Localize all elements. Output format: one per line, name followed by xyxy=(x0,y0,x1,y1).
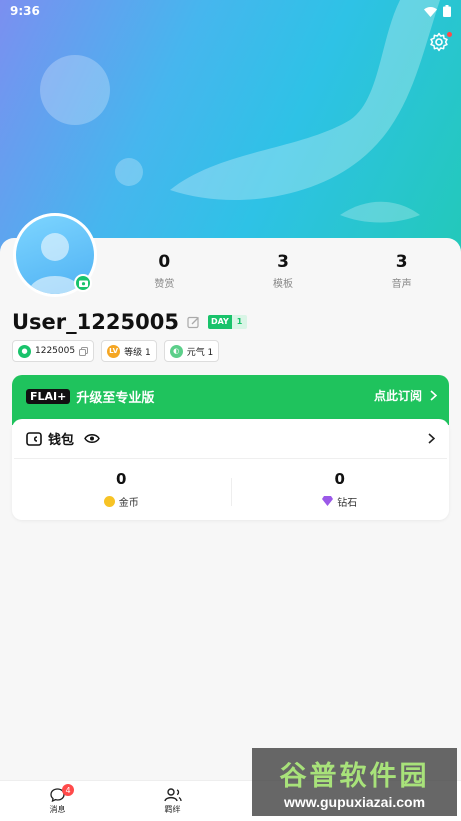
vitality-icon: ◐ xyxy=(169,344,183,358)
chip-level[interactable]: LV 等级 1 xyxy=(101,340,157,362)
cloud-decoration xyxy=(40,55,110,125)
day-badge-count: 1 xyxy=(231,315,248,329)
username: User_1225005 xyxy=(12,310,179,334)
coins-label: 金币 xyxy=(118,497,139,509)
diamonds-balance[interactable]: 0 钻石 xyxy=(230,469,450,509)
day-badge: DAY 1 xyxy=(207,315,248,329)
cloud-decoration xyxy=(115,158,143,186)
chevron-right-icon xyxy=(428,433,435,444)
stat-value: 0 xyxy=(158,252,171,272)
copy-icon[interactable] xyxy=(79,346,89,356)
stat-label: 赞赏 xyxy=(154,279,175,290)
pro-title: 升级至专业版 xyxy=(76,391,155,406)
watermark-title: 谷普软件园 xyxy=(279,761,430,792)
coins-value: 0 xyxy=(116,469,127,488)
day-badge-label: DAY xyxy=(207,315,232,329)
unread-badge: 4 xyxy=(62,784,74,796)
eye-icon[interactable] xyxy=(84,433,100,444)
wallet-header[interactable]: 钱包 xyxy=(14,419,447,459)
diamonds-label: 钻石 xyxy=(337,497,358,509)
coin-icon xyxy=(103,495,115,507)
contacts-icon xyxy=(163,787,182,801)
stat-appreciations[interactable]: 0 赞赏 xyxy=(105,252,224,290)
stat-label: 音声 xyxy=(391,279,412,290)
username-row: User_1225005 DAY 1 xyxy=(12,310,248,334)
gear-icon xyxy=(430,32,448,52)
chip-text: 元气 1 xyxy=(186,347,214,358)
profile-stats: 0 赞赏 3 模板 3 音声 xyxy=(105,252,461,290)
chip-user-id[interactable]: ● 1225005 xyxy=(12,340,95,362)
edit-icon[interactable] xyxy=(187,316,200,329)
wallet-icon xyxy=(26,431,42,446)
nav-label: 羁绊 xyxy=(164,804,181,814)
level-icon: LV xyxy=(107,344,121,358)
id-icon: ● xyxy=(18,344,31,358)
flai-plus-badge: FLAI+ xyxy=(26,389,71,404)
wifi-icon xyxy=(424,6,437,17)
pro-upgrade-banner[interactable]: FLAI+ 升级至专业版 点此订阅 xyxy=(12,375,449,425)
whale-illustration xyxy=(170,0,440,223)
change-avatar-button[interactable] xyxy=(74,274,92,292)
stat-value: 3 xyxy=(395,252,408,272)
watermark-url: www.gupuxiazai.com xyxy=(283,794,426,810)
wallet-title: 钱包 xyxy=(48,433,75,448)
nav-label: 消息 xyxy=(49,804,66,814)
settings-button[interactable] xyxy=(429,32,452,54)
nav-bonds[interactable]: 羁绊 xyxy=(115,781,230,821)
camera-icon xyxy=(78,280,88,287)
watermark: 谷普软件园 www.gupuxiazai.com xyxy=(252,748,457,816)
stat-label: 模板 xyxy=(273,279,293,290)
status-bar: 9:36 xyxy=(0,0,461,22)
wallet-card: 钱包 0 金币 0 钻石 xyxy=(12,419,449,520)
subscribe-link[interactable]: 点此订阅 xyxy=(374,387,422,404)
chevron-right-icon xyxy=(430,390,437,401)
diamond-icon xyxy=(322,496,334,506)
chip-vitality[interactable]: ◐ 元气 1 xyxy=(163,340,220,362)
nav-messages[interactable]: 消息 4 xyxy=(0,781,115,821)
diamonds-value: 0 xyxy=(334,469,345,488)
chip-text: 1225005 xyxy=(35,346,76,356)
battery-icon xyxy=(443,5,451,17)
chip-text: 等级 1 xyxy=(124,347,151,358)
status-time: 9:36 xyxy=(10,4,40,18)
coins-balance[interactable]: 0 金币 xyxy=(12,470,231,509)
stat-value: 3 xyxy=(277,252,289,272)
notification-dot xyxy=(447,32,452,37)
stat-templates[interactable]: 3 模板 xyxy=(224,252,343,290)
profile-chips: ● 1225005 LV 等级 1 ◐ 元气 1 xyxy=(12,340,220,362)
stat-voices[interactable]: 3 音声 xyxy=(342,252,461,290)
